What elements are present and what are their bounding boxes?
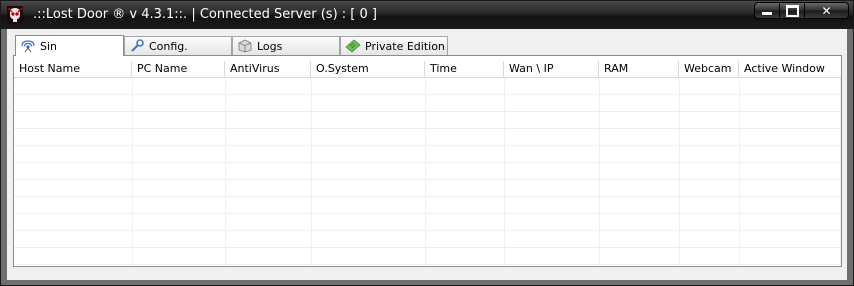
tab-sin-label: Sin: [40, 39, 58, 53]
grid-row-empty: [14, 180, 841, 197]
minimize-button[interactable]: [754, 2, 780, 19]
close-icon: ✕: [821, 3, 832, 18]
ticket-icon: [345, 39, 361, 53]
skull-app-icon: [7, 6, 23, 24]
column-os[interactable]: O.System: [311, 61, 425, 77]
tab-logs-label: Logs: [257, 39, 283, 53]
grid-row-empty: [14, 197, 841, 214]
maximize-button[interactable]: [780, 2, 805, 19]
servers-list-view[interactable]: Host Name PC Name AntiVirus O.System Tim…: [13, 55, 842, 267]
title-bar[interactable]: .::Lost Door ® v 4.3.1::. | Connected Se…: [1, 1, 853, 29]
box-icon: [237, 39, 253, 53]
tab-private-edition-label: Private Edition: [365, 39, 445, 53]
column-webcam[interactable]: Webcam: [679, 61, 739, 77]
column-active-window[interactable]: Active Window: [739, 61, 841, 77]
column-host-name[interactable]: Host Name: [14, 61, 132, 77]
grid-row-empty: [14, 112, 841, 129]
tab-private-edition[interactable]: Private Edition: [340, 36, 448, 55]
grid-row-empty: [14, 214, 841, 231]
status-strip: [7, 272, 847, 280]
client-area: Sin Config. Logs Private Edition Host Na…: [7, 29, 847, 280]
grid-row-empty: [14, 129, 841, 146]
tab-logs[interactable]: Logs: [232, 36, 340, 55]
grid-row-empty: [14, 248, 841, 265]
grid-row-empty: [14, 95, 841, 112]
grid-row-empty: [14, 163, 841, 180]
column-pc-name[interactable]: PC Name: [132, 61, 225, 77]
window-title: .::Lost Door ® v 4.3.1::. | Connected Se…: [33, 7, 377, 22]
maximize-icon: [785, 4, 799, 17]
column-antivirus[interactable]: AntiVirus: [225, 61, 311, 77]
wrench-icon: [129, 39, 145, 53]
tab-sin[interactable]: Sin: [15, 35, 124, 56]
column-ram[interactable]: RAM: [599, 61, 679, 77]
grid-row-empty: [14, 231, 841, 248]
close-button[interactable]: ✕: [805, 2, 849, 19]
list-body: [14, 78, 841, 266]
column-time[interactable]: Time: [425, 61, 504, 77]
window-controls: ✕: [754, 2, 849, 19]
app-window: .::Lost Door ® v 4.3.1::. | Connected Se…: [0, 0, 854, 286]
column-wan-ip[interactable]: Wan \ IP: [504, 61, 599, 77]
tab-config[interactable]: Config.: [124, 36, 232, 55]
tab-config-label: Config.: [149, 39, 188, 53]
minimize-icon: [761, 11, 773, 16]
grid-row-empty: [14, 78, 841, 95]
grid-row-empty: [14, 146, 841, 163]
signal-icon: [20, 39, 36, 53]
list-header: Host Name PC Name AntiVirus O.System Tim…: [14, 61, 841, 78]
